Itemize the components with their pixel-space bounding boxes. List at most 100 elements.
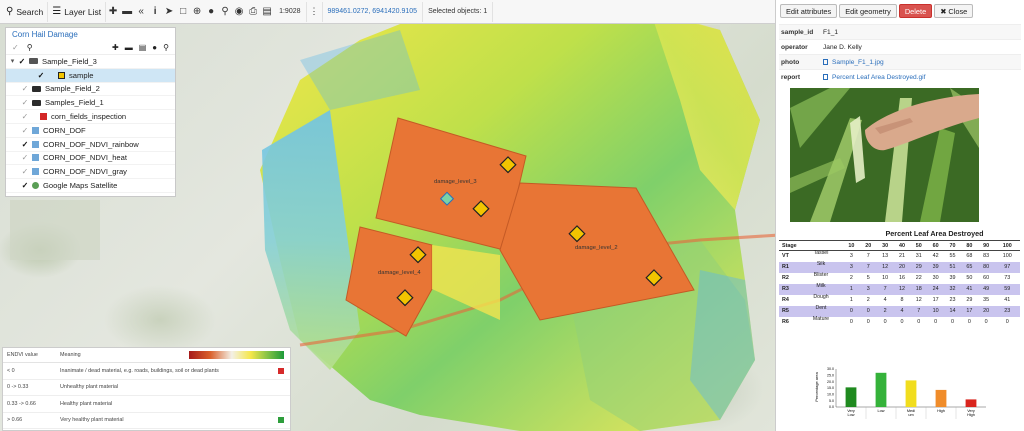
zoom-out-icon[interactable]: ▬ xyxy=(120,2,134,22)
y-axis-label: Percentage area xyxy=(814,371,819,401)
layer-row[interactable]: ✓ CORN_DOF xyxy=(6,124,175,138)
legend-swatch xyxy=(278,384,284,390)
map-image-icon[interactable]: ▤ xyxy=(260,2,274,22)
raster-layer-icon xyxy=(32,168,39,176)
ndvi-legend: ENDVI value Meaning < 0 Inanimate / dead … xyxy=(2,347,291,431)
visibility-checkbox[interactable]: ✓ xyxy=(20,84,30,93)
legend-color-ramp xyxy=(189,351,284,359)
print-icon[interactable]: ⎙ xyxy=(246,2,260,22)
table-header-cell: 80 xyxy=(960,240,978,251)
edit-geometry-button[interactable]: Edit geometry xyxy=(839,4,897,18)
microphone-icon[interactable]: ● xyxy=(204,2,218,22)
layer-row[interactable]: ✓ sample xyxy=(6,68,175,83)
info-icon[interactable]: i xyxy=(148,2,162,22)
more-icon[interactable]: ⋮ xyxy=(307,1,323,22)
table-header-cell: 30 xyxy=(876,240,894,251)
zoom-layer-icon[interactable]: ⚲ xyxy=(163,43,169,52)
remove-layer-icon[interactable]: ▬ xyxy=(125,43,133,52)
value-cell: 4 xyxy=(893,305,911,317)
value-cell: 0 xyxy=(917,319,921,325)
attribute-text[interactable]: Sample_F1_1.jpg xyxy=(832,59,884,66)
close-button[interactable]: ✖ Close xyxy=(934,4,974,18)
attribute-value[interactable]: Percent Leaf Area Destroyed.gif xyxy=(823,74,925,81)
layer-row[interactable]: ▾ ✓ Sample_Field_3 xyxy=(6,55,175,69)
box-select-icon[interactable]: □ xyxy=(176,2,190,22)
scale-display[interactable]: 1:9028 xyxy=(274,1,307,22)
attribute-value[interactable]: Sample_F1_1.jpg xyxy=(823,59,884,66)
value-cell: 4 xyxy=(883,297,887,303)
value-cell: 16 xyxy=(898,275,905,281)
crosshair-icon[interactable]: ⊕ xyxy=(190,2,204,22)
search-icon: ⚲ xyxy=(6,6,14,17)
layer-row[interactable]: ✓ Samples_Field_1 xyxy=(6,96,175,111)
table-row: R4 Dough 1 2 4 8 12 17 23 29 35 41 xyxy=(779,294,1020,306)
table-title: Percent Leaf Area Destroyed xyxy=(885,229,984,238)
search-button[interactable]: ⚲ Search xyxy=(2,1,49,22)
edit-attributes-button[interactable]: Edit attributes xyxy=(780,4,838,18)
layer-row[interactable]: ✓ corn_fields_inspection xyxy=(6,110,175,124)
expand-caret-icon[interactable]: ▾ xyxy=(8,57,17,65)
value-cell: 35 xyxy=(983,297,990,303)
value-cell: 100 xyxy=(1002,253,1012,260)
value-cell: 0 xyxy=(967,319,971,325)
check-all-icon[interactable]: ✓ xyxy=(12,43,19,52)
zoom-tool-icon[interactable]: ⚲ xyxy=(218,2,232,22)
raster-layer-icon xyxy=(32,126,39,134)
layer-label: CORN_DOF_NDVI_rainbow xyxy=(43,139,139,149)
layer-row[interactable]: ✓ CORN_DOF_NDVI_rainbow xyxy=(6,138,175,152)
file-icon xyxy=(823,74,828,80)
value-cell: 30 xyxy=(932,275,939,281)
legend-meaning: Unhealthy plant material xyxy=(60,384,119,391)
file-icon xyxy=(823,59,828,65)
visibility-checkbox[interactable]: ✓ xyxy=(20,167,30,176)
value-cell: 83 xyxy=(983,253,990,260)
add-layer-icon[interactable]: ✚ xyxy=(112,43,119,52)
globe-icon[interactable]: ◉ xyxy=(232,2,246,22)
x-tick-label: Low xyxy=(848,413,855,417)
value-cell: 12 xyxy=(915,297,922,303)
visibility-checkbox[interactable]: ✓ xyxy=(36,71,46,80)
value-cell: 20 xyxy=(893,261,911,273)
lock-icon[interactable]: ⚲ xyxy=(27,43,33,52)
damage-label-4: damage_level_4 xyxy=(378,270,421,276)
value-cell: 68 xyxy=(966,253,973,260)
visibility-checkbox[interactable]: ✓ xyxy=(20,98,30,107)
visibility-checkbox[interactable]: ✓ xyxy=(17,57,27,66)
x-tick-label: High xyxy=(937,409,945,413)
delete-button[interactable]: Delete xyxy=(898,4,933,18)
value-cell: 0 xyxy=(849,319,853,325)
layer-row[interactable]: ✓ CORN_DOF_NDVI_gray xyxy=(6,165,175,180)
value-cell: 8 xyxy=(900,297,904,303)
legend-value: < 0 xyxy=(7,367,15,374)
legend-meaning: Very healthy plant material xyxy=(60,417,124,424)
layer-panel-title: Corn Hail Damage xyxy=(12,30,78,39)
bar xyxy=(965,399,977,407)
visibility-checkbox[interactable]: ✓ xyxy=(20,140,30,149)
visibility-checkbox[interactable]: ✓ xyxy=(20,181,30,190)
folder-icon[interactable]: ▤ xyxy=(139,43,147,52)
collapse-icon[interactable]: « xyxy=(134,2,148,22)
basemap-icon xyxy=(32,182,39,190)
attribute-text[interactable]: Percent Leaf Area Destroyed.gif xyxy=(832,74,925,81)
zoom-in-icon[interactable]: ✚ xyxy=(106,2,120,22)
layer-row[interactable]: ✓ Sample_Field_2 xyxy=(6,83,175,97)
feature-info-panel: Edit attributes Edit geometry Delete ✖ C… xyxy=(775,0,1024,431)
table-row: R3 Milk 1 3 7 12 18 24 32 41 49 59 xyxy=(779,283,1020,295)
value-cell: 0 xyxy=(883,319,887,325)
leaf-area-grid: Stage 10 20 30 40 50 60 70 80 90 100 VT Tassel 3 7 13 2… xyxy=(779,240,1020,328)
user-icon[interactable]: ● xyxy=(152,43,157,52)
layer-label: corn_fields_inspection xyxy=(51,112,127,122)
layer-row[interactable]: ✓ Google Maps Satellite xyxy=(6,179,175,193)
visibility-checkbox[interactable]: ✓ xyxy=(20,112,30,121)
stage-cell: R1 xyxy=(779,261,799,273)
visibility-checkbox[interactable]: ✓ xyxy=(20,153,30,162)
layer-label: Sample_Field_3 xyxy=(42,56,97,66)
visibility-checkbox[interactable]: ✓ xyxy=(20,126,30,135)
legend-meaning: Healthy plant material xyxy=(60,400,113,407)
pointer-icon[interactable]: ➤ xyxy=(162,2,176,22)
layer-row[interactable]: ✓ CORN_DOF_NDVI_heat xyxy=(6,152,175,166)
stage-cell: R3 xyxy=(779,283,799,295)
layer-list-button[interactable]: ☰ Layer List xyxy=(48,1,107,22)
value-cell: 59 xyxy=(994,283,1020,295)
table-row: VT Tassel 3 7 13 21 31 42 55 68 83 100 xyxy=(779,250,1020,262)
